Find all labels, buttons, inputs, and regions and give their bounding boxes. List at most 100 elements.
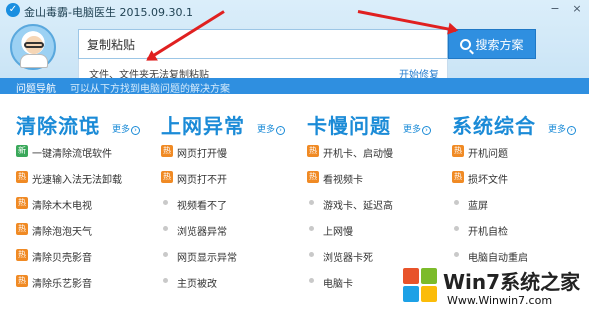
list-item[interactable]: 热网页打开慢 [161, 140, 301, 166]
item-label: 清除泡泡天气 [32, 227, 92, 238]
list-item[interactable]: 热开机问题 [452, 140, 589, 166]
category-column-system: 系统综合 更多 › 热开机问题 热损坏文件 蓝屏 开机自检 电脑自动重启 [452, 110, 589, 270]
item-label: 清除木木电视 [32, 201, 92, 212]
item-label: 浏览器异常 [177, 227, 227, 238]
close-button[interactable]: × [571, 3, 583, 15]
bullet-dot-icon [454, 226, 459, 231]
list-item[interactable]: 热开机卡、启动慢 [307, 140, 447, 166]
list-item[interactable]: 浏览器异常 [161, 218, 301, 244]
nav-bar: 问题导航 可以从下方找到电脑问题的解决方案 [0, 78, 589, 95]
nav-title[interactable]: 问题导航 [16, 80, 56, 95]
item-label: 一键清除流氓软件 [32, 149, 112, 160]
list-item[interactable]: 热损坏文件 [452, 166, 589, 192]
hot-badge: 热 [307, 171, 319, 183]
list-item[interactable]: 热清除乐艺影音 [16, 270, 156, 296]
list-item[interactable]: 蓝屏 [452, 192, 589, 218]
search-icon [460, 38, 472, 50]
list-item[interactable]: 热看视频卡 [307, 166, 447, 192]
column-header: 上网异常 更多 › [161, 110, 301, 140]
list-item[interactable]: 热光速输入法无法卸载 [16, 166, 156, 192]
more-link[interactable]: 更多 › [112, 122, 141, 135]
hot-badge: 热 [161, 145, 173, 157]
bullet-dot-icon [309, 226, 314, 231]
item-label: 网页显示异常 [177, 253, 237, 264]
watermark: Win7系统之家 Www.Winwin7.com [403, 264, 581, 312]
search-input[interactable] [79, 30, 447, 58]
search-box [78, 29, 448, 59]
bullet-dot-icon [454, 252, 459, 257]
list-item[interactable]: 开机自检 [452, 218, 589, 244]
chevron-right-icon: › [422, 126, 432, 135]
kingsoft-logo-icon: ✓ [6, 3, 20, 17]
hot-badge: 热 [16, 171, 28, 183]
bullet-dot-icon [309, 278, 314, 283]
more-link[interactable]: 更多 › [403, 122, 432, 135]
column-title[interactable]: 系统综合 [452, 110, 536, 139]
search-button[interactable]: 搜索方案 [448, 29, 536, 59]
item-label: 视频看不了 [177, 201, 227, 212]
hot-badge: 热 [161, 171, 173, 183]
avatar-glasses [24, 42, 44, 48]
list-item[interactable]: 上网慢 [307, 218, 447, 244]
bullet-dot-icon [454, 200, 459, 205]
list-item[interactable]: 主页被改 [161, 270, 301, 296]
more-label: 更多 [403, 125, 422, 135]
category-column-clean-rogue: 清除流氓 更多 › 新一键清除流氓软件 热光速输入法无法卸载 热清除木木电视 热清… [16, 110, 156, 296]
hot-badge: 热 [16, 223, 28, 235]
item-label: 浏览器卡死 [323, 253, 373, 264]
new-badge: 新 [16, 145, 28, 157]
window-title: 金山毒霸-电脑医生 2015.09.30.1 [24, 6, 193, 19]
item-label: 清除乐艺影音 [32, 279, 92, 290]
chevron-right-icon: › [276, 126, 286, 135]
avatar-coat [20, 54, 48, 68]
list-item[interactable]: 热清除木木电视 [16, 192, 156, 218]
more-link[interactable]: 更多 › [257, 122, 286, 135]
item-label: 开机卡、启动慢 [323, 149, 393, 160]
item-label: 看视频卡 [323, 175, 363, 186]
more-label: 更多 [257, 125, 276, 135]
item-label: 光速输入法无法卸载 [32, 175, 122, 186]
windows-logo-icon [403, 268, 439, 304]
bullet-dot-icon [163, 252, 168, 257]
more-label: 更多 [548, 125, 567, 135]
bullet-dot-icon [163, 278, 168, 283]
search-button-label: 搜索方案 [475, 37, 524, 52]
item-label: 清除贝壳影音 [32, 253, 92, 264]
hot-badge: 热 [16, 249, 28, 261]
list-item[interactable]: 游戏卡、延迟高 [307, 192, 447, 218]
title-bar: ✓ 金山毒霸-电脑医生 2015.09.30.1 − × [0, 0, 589, 22]
minimize-button[interactable]: − [549, 3, 561, 15]
list-item[interactable]: 视频看不了 [161, 192, 301, 218]
chevron-right-icon: › [131, 126, 141, 135]
bullet-dot-icon [309, 200, 314, 205]
list-item[interactable]: 热清除泡泡天气 [16, 218, 156, 244]
item-label: 网页打不开 [177, 175, 227, 186]
bullet-dot-icon [163, 200, 168, 205]
hot-badge: 热 [452, 145, 464, 157]
list-item[interactable]: 网页显示异常 [161, 244, 301, 270]
category-column-internet-issues: 上网异常 更多 › 热网页打开慢 热网页打不开 视频看不了 浏览器异常 网页显示异… [161, 110, 301, 296]
column-title[interactable]: 上网异常 [161, 110, 245, 139]
more-link[interactable]: 更多 › [548, 122, 577, 135]
item-label: 上网慢 [323, 227, 353, 238]
doctor-avatar-icon [10, 24, 56, 70]
column-title[interactable]: 卡慢问题 [307, 110, 391, 139]
list-item[interactable]: 新一键清除流氓软件 [16, 140, 156, 166]
item-label: 网页打开慢 [177, 149, 227, 160]
bullet-dot-icon [309, 252, 314, 257]
item-label: 蓝屏 [468, 201, 488, 212]
more-label: 更多 [112, 125, 131, 135]
column-header: 清除流氓 更多 › [16, 110, 156, 140]
watermark-url: Www.Winwin7.com [447, 294, 553, 307]
item-label: 开机问题 [468, 149, 508, 160]
hot-badge: 热 [452, 171, 464, 183]
window-controls: − × [549, 3, 583, 15]
list-item[interactable]: 热网页打不开 [161, 166, 301, 192]
nav-description: 可以从下方找到电脑问题的解决方案 [70, 84, 230, 95]
column-header: 系统综合 更多 › [452, 110, 589, 140]
item-label: 主页被改 [177, 279, 217, 290]
list-item[interactable]: 热清除贝壳影音 [16, 244, 156, 270]
bullet-dot-icon [163, 226, 168, 231]
watermark-brand: Win7系统之家 [443, 270, 581, 294]
column-title[interactable]: 清除流氓 [16, 110, 100, 139]
